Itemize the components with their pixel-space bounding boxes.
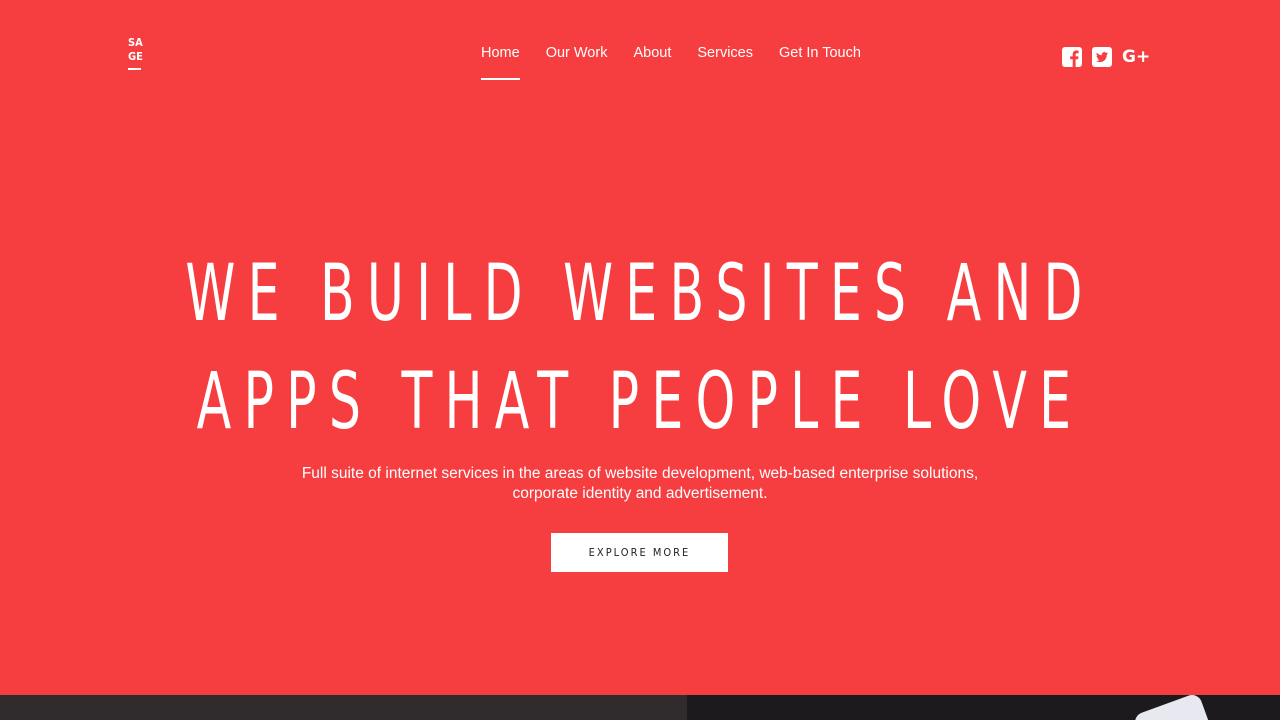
device-photo-fragment [1132,695,1212,720]
twitter-icon[interactable] [1092,47,1112,67]
subtitle-line-2: corporate identity and advertisement. [512,485,768,502]
headline-line-2: APPS THAT PEOPLE LOVE [196,357,1084,447]
next-section-left-panel [0,695,687,720]
logo-underline [128,68,141,70]
hero-subtitle: Full suite of internet services in the a… [0,464,1280,504]
hero-headline: WE BUILD WEBSITES AND APPS THAT PEOPLE L… [0,240,1280,456]
headline-line-1: WE BUILD WEBSITES AND [185,249,1095,339]
explore-more-button[interactable]: EXPLORE MORE [551,533,728,572]
nav-item-services[interactable]: Services [697,45,753,61]
logo-line-1: SA [128,36,143,49]
subtitle-line-1: Full suite of internet services in the a… [301,465,979,482]
nav-item-our-work[interactable]: Our Work [546,45,608,61]
logo[interactable]: SA GE [128,36,144,70]
next-section-image [687,695,1280,720]
nav-item-get-in-touch[interactable]: Get In Touch [779,45,861,61]
google-plus-icon[interactable]: G+ [1122,47,1150,67]
logo-line-2: GE [128,50,143,63]
next-section-preview [0,695,1280,720]
social-links: G+ [1062,47,1150,67]
nav-item-home[interactable]: Home [481,45,520,80]
nav-item-about[interactable]: About [633,45,671,61]
facebook-icon[interactable] [1062,47,1082,67]
main-nav: Home Our Work About Services Get In Touc… [481,45,887,80]
hero-section: SA GE Home Our Work About Services Get I… [0,0,1280,695]
